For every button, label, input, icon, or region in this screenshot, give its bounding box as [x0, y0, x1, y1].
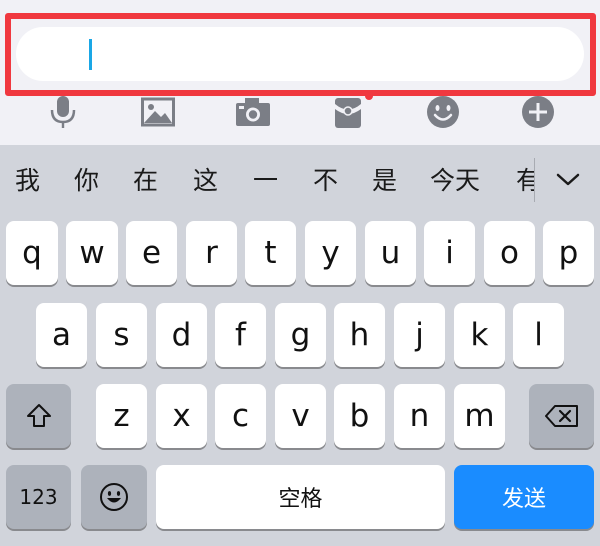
key-p[interactable]: p: [543, 221, 594, 285]
emoji-icon: [100, 483, 128, 511]
numbers-key[interactable]: 123: [6, 465, 71, 529]
candidate-word[interactable]: 今天: [430, 165, 480, 197]
key-o[interactable]: o: [484, 221, 535, 285]
key-u[interactable]: u: [365, 221, 416, 285]
space-key[interactable]: 空格: [156, 465, 445, 529]
candidate-word[interactable]: 不: [313, 165, 338, 197]
key-w[interactable]: w: [66, 221, 118, 285]
candidate-word[interactable]: 你: [74, 165, 99, 197]
camera-icon[interactable]: [235, 94, 271, 130]
chevron-down-icon[interactable]: [548, 160, 588, 200]
key-z[interactable]: z: [96, 384, 147, 448]
emoji-key[interactable]: [81, 465, 147, 529]
candidate-word[interactable]: 一: [253, 165, 278, 197]
key-y[interactable]: y: [305, 221, 356, 285]
image-icon[interactable]: [140, 94, 176, 130]
key-l[interactable]: l: [513, 303, 564, 367]
candidate-divider: [534, 158, 535, 202]
key-t[interactable]: t: [245, 221, 296, 285]
candidate-word[interactable]: 在: [133, 165, 158, 197]
candidate-word[interactable]: 有: [516, 165, 534, 197]
key-h[interactable]: h: [334, 303, 385, 367]
send-button[interactable]: 发送: [454, 465, 594, 529]
key-x[interactable]: x: [156, 384, 207, 448]
input-highlight-box: [5, 13, 596, 96]
shift-key[interactable]: [6, 384, 71, 448]
key-m[interactable]: m: [454, 384, 505, 448]
key-i[interactable]: i: [424, 221, 475, 285]
key-v[interactable]: v: [275, 384, 326, 448]
key-j[interactable]: j: [394, 303, 445, 367]
key-b[interactable]: b: [334, 384, 385, 448]
key-c[interactable]: c: [215, 384, 266, 448]
red-packet-icon[interactable]: [330, 94, 366, 130]
microphone-icon[interactable]: [45, 94, 81, 130]
candidate-word[interactable]: 我: [15, 165, 40, 197]
plus-icon[interactable]: [520, 94, 556, 130]
key-e[interactable]: e: [126, 221, 177, 285]
key-n[interactable]: n: [394, 384, 445, 448]
key-d[interactable]: d: [156, 303, 207, 367]
delete-key[interactable]: [529, 384, 594, 448]
key-r[interactable]: r: [186, 221, 237, 285]
emoji-icon[interactable]: [425, 94, 461, 130]
key-k[interactable]: k: [454, 303, 505, 367]
shift-icon: [26, 404, 51, 427]
key-a[interactable]: a: [36, 303, 87, 367]
key-q[interactable]: q: [6, 221, 58, 285]
key-s[interactable]: s: [96, 303, 147, 367]
key-g[interactable]: g: [275, 303, 326, 367]
candidate-word[interactable]: 是: [372, 165, 397, 197]
notification-dot: [365, 92, 373, 100]
candidate-word[interactable]: 这: [193, 165, 218, 197]
backspace-icon: [544, 405, 578, 427]
key-f[interactable]: f: [215, 303, 266, 367]
